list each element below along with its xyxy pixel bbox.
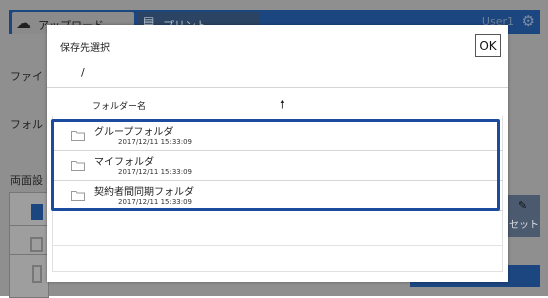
column-folder-name[interactable]: フォルダー名 [92, 99, 146, 112]
edit-icon: ✎ [518, 199, 528, 212]
set-button[interactable]: ✎ セット [507, 195, 540, 237]
folder-row-my[interactable]: マイフォルダ 2017/12/11 15:33:09 [52, 150, 503, 181]
folder-date: 2017/12/11 15:33:09 [118, 138, 193, 146]
divider [47, 87, 508, 88]
folder-name: 契約者間同期フォルダ [94, 187, 194, 198]
gear-icon[interactable]: ⚙ [522, 12, 535, 30]
folder-name: グループフォルダ [94, 127, 174, 138]
folder-row-group[interactable]: グループフォルダ 2017/12/11 15:33:09 [52, 120, 503, 151]
folder-date: 2017/12/11 15:33:09 [118, 198, 193, 206]
list-header: フォルダー名 🠕 [52, 96, 503, 116]
folder-date: 2017/12/11 15:33:09 [118, 168, 193, 176]
book-icon [32, 265, 42, 283]
dialog-title: 保存先選択 [60, 43, 110, 54]
folder-icon [71, 161, 85, 171]
current-path: / [81, 66, 85, 79]
left-label-file: ファイ [10, 70, 43, 83]
empty-row-divider [52, 245, 503, 246]
folder-name: マイフォルダ [94, 157, 154, 168]
left-label-folder: フォル [10, 118, 43, 131]
option-box-3[interactable] [9, 254, 49, 298]
save-destination-dialog: 保存先選択 / OK フォルダー名 🠕 グループフォルダ 2017/12/11 … [47, 25, 508, 282]
ok-button[interactable]: OK [475, 34, 501, 57]
document-icon [31, 204, 43, 220]
folder-row-sync[interactable]: 契約者間同期フォルダ 2017/12/11 15:33:09 [52, 180, 503, 211]
folder-icon [71, 131, 85, 141]
left-label-duplex: 両面設 [10, 174, 43, 187]
cloud-upload-icon: ☁ [16, 14, 31, 32]
set-button-label: セット [509, 220, 539, 231]
folder-icon [71, 191, 85, 201]
arrow-up-icon[interactable]: 🠕 [280, 96, 285, 115]
